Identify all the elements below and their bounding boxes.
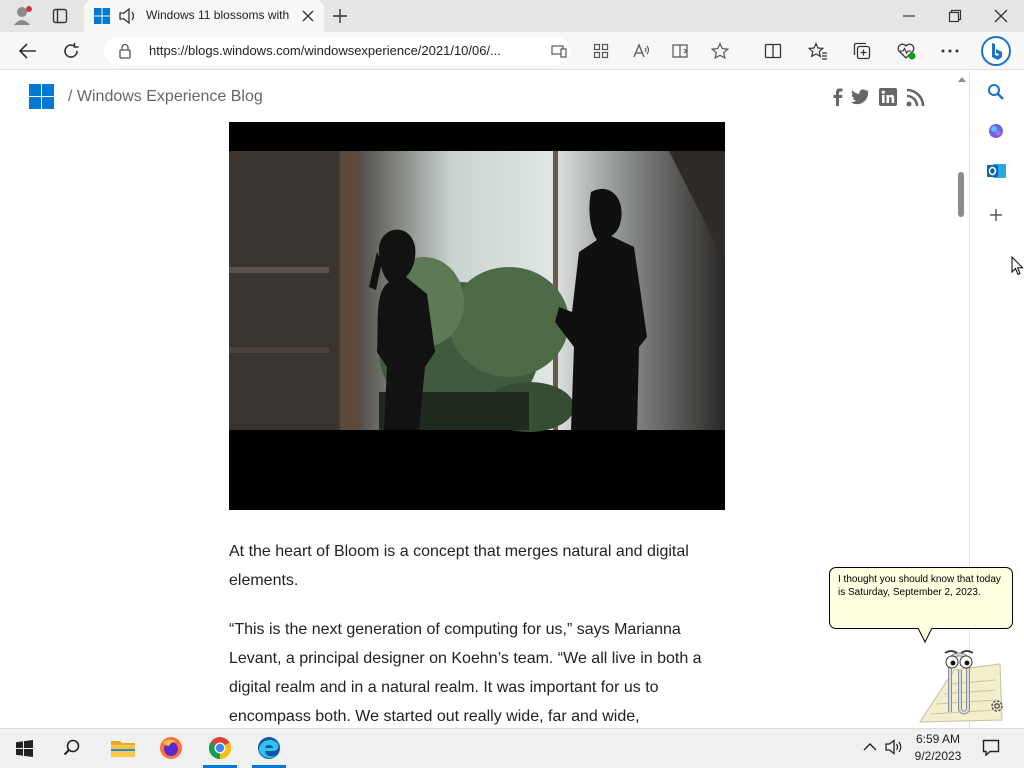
article-paragraph: At the heart of Bloom is a concept that … xyxy=(229,543,689,589)
chrome-icon[interactable] xyxy=(208,736,232,760)
scroll-up-arrow-icon[interactable] xyxy=(957,75,967,83)
browser-essentials-icon[interactable] xyxy=(897,42,917,60)
add-sidebar-app-icon[interactable] xyxy=(989,208,1003,222)
profile-icon[interactable] xyxy=(13,5,33,27)
split-screen-icon[interactable] xyxy=(764,43,782,59)
search-icon[interactable] xyxy=(987,83,1005,101)
immersive-reader-icon[interactable] xyxy=(672,43,690,59)
taskbar-clock-time[interactable]: 6:59 AM xyxy=(906,732,970,746)
video-player[interactable] xyxy=(229,122,725,510)
file-explorer-icon[interactable] xyxy=(110,737,136,759)
lock-icon[interactable] xyxy=(118,43,132,59)
linkedin-icon[interactable] xyxy=(879,88,897,106)
new-tab-icon[interactable] xyxy=(332,8,348,24)
windows-logo[interactable] xyxy=(29,84,54,109)
close-window-icon[interactable] xyxy=(994,9,1008,23)
clippy-speech-balloon[interactable]: I thought you should know that today is … xyxy=(829,567,1013,629)
article-paragraph: “This is the next generation of computin… xyxy=(229,621,702,725)
scrollbar-thumb[interactable] xyxy=(958,172,964,217)
mouse-cursor-icon xyxy=(1011,256,1024,276)
tab-actions-icon[interactable] xyxy=(52,8,68,24)
refresh-icon[interactable] xyxy=(62,42,80,60)
clippy-message: I thought you should know that today is … xyxy=(838,574,1001,598)
rss-icon[interactable] xyxy=(906,88,925,107)
tab-title: Windows 11 blossoms with xyxy=(146,8,290,22)
twitter-icon[interactable] xyxy=(851,89,869,105)
notifications-icon[interactable] xyxy=(982,739,1000,757)
read-aloud-icon[interactable] xyxy=(632,42,650,60)
taskbar-clock-date[interactable]: 9/2/2023 xyxy=(906,749,970,763)
back-icon[interactable] xyxy=(18,42,38,60)
edge-icon[interactable] xyxy=(257,736,281,760)
favorite-star-icon[interactable] xyxy=(711,42,729,60)
windows-logo-favicon xyxy=(94,8,110,24)
show-hidden-icons-icon[interactable] xyxy=(863,742,877,752)
outlook-icon[interactable] xyxy=(987,162,1007,180)
start-button-icon[interactable] xyxy=(16,740,33,757)
firefox-icon[interactable] xyxy=(159,736,183,760)
extensions-grid-icon[interactable] xyxy=(593,43,609,59)
restore-icon[interactable] xyxy=(948,9,962,23)
app-available-icon[interactable] xyxy=(551,44,567,58)
minimize-icon[interactable] xyxy=(902,9,916,23)
volume-icon[interactable] xyxy=(885,739,903,755)
settings-gear-icon[interactable] xyxy=(989,698,1005,714)
collections-icon[interactable] xyxy=(853,42,871,60)
taskbar-search-icon[interactable] xyxy=(63,739,81,757)
copilot-discover-icon[interactable] xyxy=(987,122,1005,140)
close-tab-icon[interactable] xyxy=(301,9,315,23)
url-text[interactable]: https://blogs.windows.com/windowsexperie… xyxy=(149,43,541,58)
more-options-icon[interactable] xyxy=(941,49,959,53)
facebook-icon[interactable] xyxy=(831,88,843,106)
tab-audio-icon[interactable] xyxy=(118,7,138,25)
video-frame-image xyxy=(229,122,725,510)
favorites-icon[interactable] xyxy=(808,42,828,60)
page-scrollbar[interactable] xyxy=(954,71,969,728)
blog-title[interactable]: / Windows Experience Blog xyxy=(68,88,263,106)
bing-chat-icon[interactable] xyxy=(980,35,1012,67)
